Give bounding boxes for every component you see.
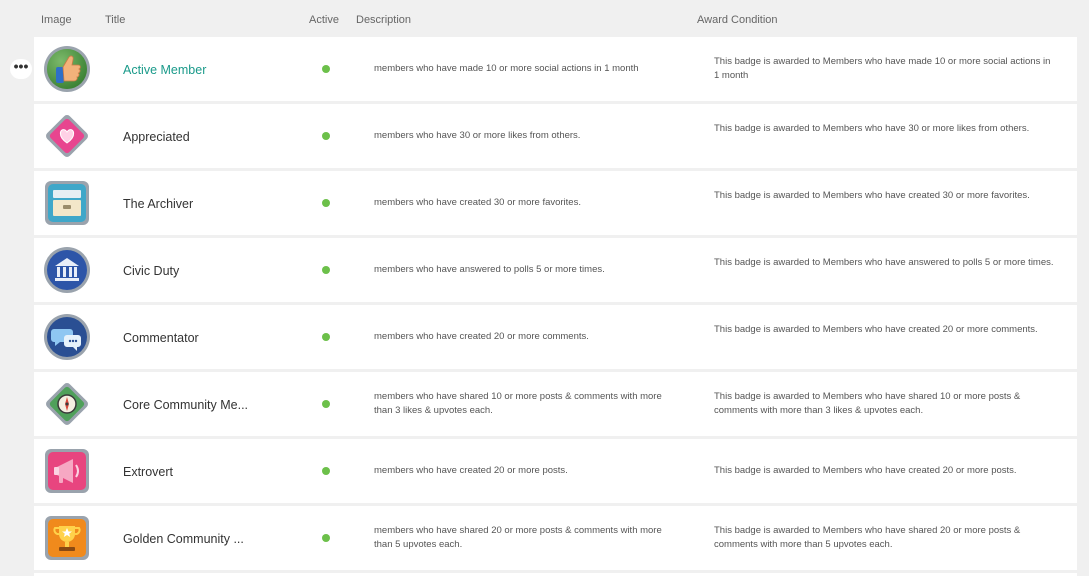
badge-award-condition: This badge is awarded to Members who hav… (714, 391, 1021, 416)
badge-award-condition: This badge is awarded to Members who hav… (714, 257, 1054, 268)
badge-title[interactable]: Appreciated (123, 130, 253, 144)
more-actions-button[interactable]: ••• (10, 59, 32, 79)
megaphone-badge-icon (45, 449, 89, 493)
active-status-dot (322, 266, 330, 274)
badge-title[interactable]: Extrovert (123, 465, 253, 479)
active-status-dot (322, 199, 330, 207)
table-row[interactable]: Appreciated members who have 30 or more … (34, 104, 1077, 168)
table-row[interactable]: The Archiver members who have created 30… (34, 171, 1077, 235)
badge-description: members who have shared 20 or more posts… (374, 525, 662, 550)
table-row[interactable]: Core Community Me... members who have sh… (34, 372, 1077, 436)
badge-description: members who have answered to polls 5 or … (374, 264, 605, 275)
badges-table-page: Image Title Active Description Award Con… (0, 0, 1089, 576)
active-status-dot (322, 333, 330, 341)
badge-title[interactable]: Civic Duty (123, 264, 253, 278)
file-cabinet-badge-icon (45, 181, 89, 225)
badge-description: members who have created 20 or more comm… (374, 331, 589, 342)
table-row[interactable]: ••• Active Member members who have made … (10, 37, 1077, 101)
badge-description: members who have made 10 or more social … (374, 63, 639, 74)
column-header-image[interactable]: Image (41, 14, 72, 26)
badge-title[interactable]: The Archiver (123, 197, 253, 211)
badge-award-condition: This badge is awarded to Members who hav… (714, 525, 1021, 550)
badge-award-condition: This badge is awarded to Members who hav… (714, 56, 1051, 81)
badge-title-link[interactable]: Active Member (123, 63, 253, 77)
table-row[interactable]: Civic Duty members who have answered to … (34, 238, 1077, 302)
badges-list: ••• Active Member members who have made … (10, 37, 1077, 573)
badge-description: members who have shared 10 or more posts… (374, 391, 662, 416)
active-status-dot (322, 534, 330, 542)
badge-title[interactable]: Golden Community ... (123, 532, 253, 546)
active-status-dot (322, 65, 330, 73)
column-header-description[interactable]: Description (356, 14, 411, 26)
badge-award-condition: This badge is awarded to Members who hav… (714, 324, 1038, 335)
badge-award-condition: This badge is awarded to Members who hav… (714, 123, 1030, 134)
badge-award-condition: This badge is awarded to Members who hav… (714, 465, 1017, 476)
badge-description: members who have 30 or more likes from o… (374, 130, 581, 141)
compass-badge-icon (46, 383, 88, 425)
speech-bubbles-badge-icon (44, 314, 90, 360)
active-status-dot (322, 132, 330, 140)
badge-title[interactable]: Commentator (123, 331, 253, 345)
civic-building-badge-icon (44, 247, 90, 293)
column-header-active[interactable]: Active (309, 14, 339, 26)
column-header-title[interactable]: Title (105, 14, 125, 26)
active-status-dot (322, 400, 330, 408)
table-row[interactable]: Commentator members who have created 20 … (34, 305, 1077, 369)
active-status-dot (322, 467, 330, 475)
badge-description: members who have created 20 or more post… (374, 465, 568, 476)
trophy-badge-icon (45, 516, 89, 560)
table-row[interactable]: Golden Community ... members who have sh… (34, 506, 1077, 570)
badge-description: members who have created 30 or more favo… (374, 197, 581, 208)
column-header-award-condition[interactable]: Award Condition (697, 14, 778, 26)
table-header: Image Title Active Description Award Con… (0, 0, 1089, 38)
heart-diamond-badge-icon (46, 115, 88, 157)
table-row[interactable]: Extrovert members who have created 20 or… (34, 439, 1077, 503)
badge-award-condition: This badge is awarded to Members who hav… (714, 190, 1030, 201)
badge-title[interactable]: Core Community Me... (123, 398, 253, 412)
thumbs-up-badge-icon (44, 46, 90, 92)
